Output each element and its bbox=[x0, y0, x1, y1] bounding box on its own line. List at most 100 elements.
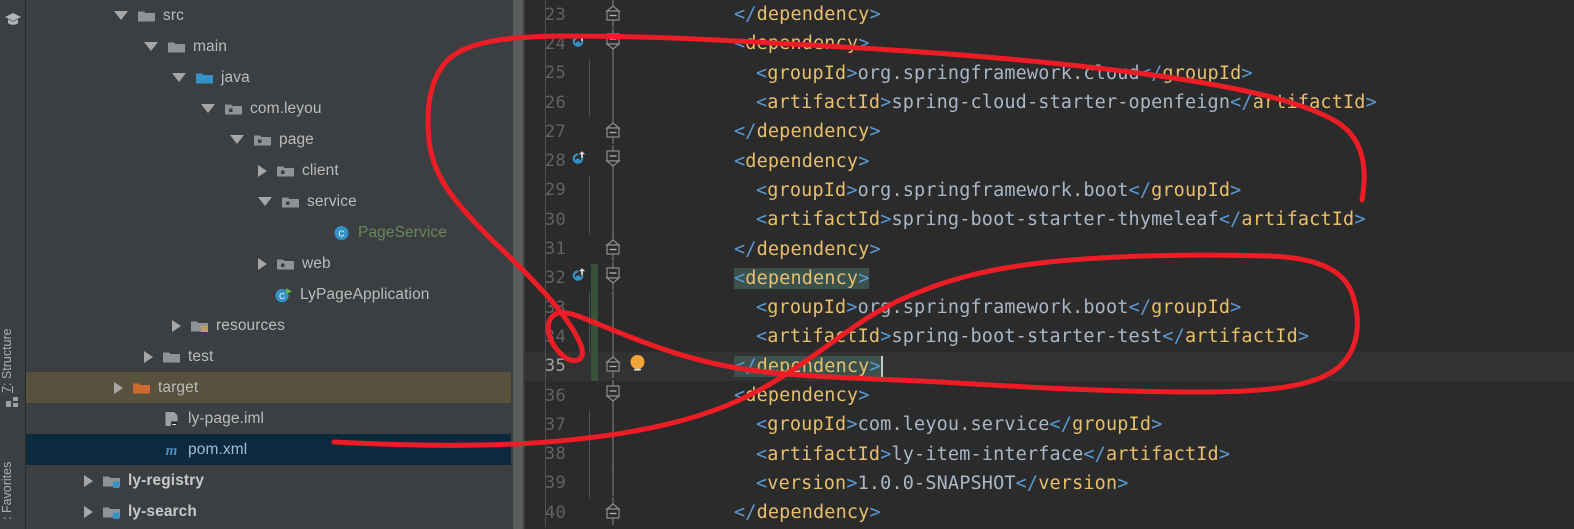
editor-line-39[interactable]: 39 <version>1.0.0-SNAPSHOT</version> bbox=[525, 466, 1574, 500]
tree-item-client[interactable]: client bbox=[26, 155, 511, 186]
code-text[interactable]: <dependency> bbox=[670, 264, 870, 293]
code-text[interactable]: <artifactId>spring-cloud-starter-openfei… bbox=[670, 88, 1377, 117]
tree-item-service[interactable]: service bbox=[26, 186, 511, 217]
chevron-down-icon[interactable] bbox=[144, 42, 158, 51]
editor-line-23[interactable]: 23 </dependency> bbox=[525, 0, 1574, 30]
fold-line[interactable] bbox=[605, 202, 621, 237]
fold-line[interactable] bbox=[605, 85, 621, 120]
project-tree-panel[interactable]: src main java com.leyou page client service C Pa… bbox=[26, 0, 511, 529]
editor-line-34[interactable]: 34 <artifactId>spring-boot-starter-test</… bbox=[525, 319, 1574, 354]
fold-start-icon[interactable] bbox=[605, 379, 621, 412]
chevron-right-icon[interactable] bbox=[258, 257, 267, 270]
chevron-down-icon[interactable] bbox=[201, 104, 215, 113]
chevron-right-icon[interactable] bbox=[114, 381, 123, 394]
tree-item-com-leyou[interactable]: com.leyou bbox=[26, 93, 511, 124]
editor-line-27[interactable]: 27 </dependency> bbox=[525, 115, 1574, 148]
chevron-down-icon[interactable] bbox=[172, 73, 186, 82]
fold-end-icon[interactable] bbox=[605, 115, 621, 148]
code-text[interactable]: <artifactId>spring-boot-starter-thymelea… bbox=[670, 205, 1366, 234]
editor-line-25[interactable]: 25 <groupId>org.springframework.cloud</gr… bbox=[525, 56, 1574, 88]
editor-gutter[interactable]: 39 bbox=[525, 466, 670, 500]
fold-end-icon[interactable] bbox=[605, 350, 621, 382]
structure-tool-label[interactable]: 7: Structure bbox=[0, 328, 14, 393]
editor-line-29[interactable]: 29 <groupId>org.springframework.boot</gro… bbox=[525, 173, 1574, 206]
fold-line[interactable] bbox=[605, 466, 621, 500]
editor-gutter[interactable]: 29 bbox=[525, 173, 670, 205]
editor-line-32[interactable]: 32 <dependency> bbox=[525, 262, 1574, 293]
editor-line-36[interactable]: 36 <dependency> bbox=[525, 379, 1574, 412]
favorites-tool-label[interactable]: : Favorites bbox=[0, 462, 14, 520]
maven-dependency-gutter-icon[interactable] bbox=[569, 150, 587, 172]
editor-line-30[interactable]: 30 <artifactId>spring-boot-starter-thymel… bbox=[525, 202, 1574, 237]
code-editor[interactable]: 23 </dependency> 24 <dependency> 25 <groupId>… bbox=[525, 0, 1574, 529]
code-text[interactable]: <dependency> bbox=[670, 146, 869, 175]
tree-item-pom-xml[interactable]: m pom.xml bbox=[26, 434, 511, 465]
tree-item-lypageapplication[interactable]: C LyPageApplication bbox=[26, 279, 511, 310]
fold-line[interactable] bbox=[605, 319, 621, 354]
editor-gutter[interactable]: 30 bbox=[525, 202, 670, 237]
editor-line-37[interactable]: 37 <groupId>com.leyou.service</groupId> bbox=[525, 407, 1574, 440]
maven-dependency-gutter-icon[interactable] bbox=[569, 267, 587, 289]
tree-item-page[interactable]: page bbox=[26, 124, 511, 155]
intention-lightbulb-icon[interactable] bbox=[629, 353, 646, 379]
editor-gutter[interactable]: 28 bbox=[525, 145, 670, 177]
tree-item-ly-registry[interactable]: ly-registry bbox=[26, 465, 511, 496]
fold-end-icon[interactable] bbox=[605, 496, 621, 529]
code-text[interactable]: <version>1.0.0-SNAPSHOT</version> bbox=[670, 469, 1129, 498]
editor-line-24[interactable]: 24 <dependency> bbox=[525, 27, 1574, 60]
tree-item-main[interactable]: main bbox=[26, 31, 511, 62]
tree-item-pageservice[interactable]: C PageService bbox=[26, 217, 511, 248]
code-text[interactable]: <artifactId>ly-item-interface</artifactI… bbox=[670, 439, 1230, 468]
code-text[interactable]: <groupId>org.springframework.boot</group… bbox=[670, 176, 1241, 205]
editor-gutter[interactable]: 40 bbox=[525, 496, 670, 529]
structure-tool-icon[interactable] bbox=[5, 393, 23, 411]
editor-line-40[interactable]: 40 </dependency> bbox=[525, 496, 1574, 529]
tree-item-resources[interactable]: resources bbox=[26, 310, 511, 341]
code-text[interactable]: <groupId>org.springframework.cloud</grou… bbox=[670, 59, 1253, 88]
editor-line-38[interactable]: 38 <artifactId>ly-item-interface</artifac… bbox=[525, 437, 1574, 469]
tree-item-java[interactable]: java bbox=[26, 62, 511, 93]
editor-gutter[interactable]: 38 bbox=[525, 437, 670, 468]
code-text[interactable]: </dependency> bbox=[670, 0, 881, 29]
editor-gutter[interactable]: 26 bbox=[525, 85, 670, 120]
scrollbar-thumb[interactable] bbox=[513, 0, 523, 529]
fold-start-icon[interactable] bbox=[605, 145, 621, 177]
learn-graduation-cap-icon[interactable] bbox=[4, 10, 22, 28]
editor-gutter[interactable]: 27 bbox=[525, 115, 670, 148]
code-text[interactable]: <dependency> bbox=[670, 381, 869, 410]
tree-item-ly-page-iml[interactable]: ly-page.iml bbox=[26, 403, 511, 434]
editor-line-33[interactable]: 33 <groupId>org.springframework.boot</gro… bbox=[525, 290, 1574, 323]
editor-gutter[interactable]: 31 bbox=[525, 233, 670, 265]
chevron-right-icon[interactable] bbox=[258, 164, 267, 177]
chevron-down-icon[interactable] bbox=[230, 135, 244, 144]
tree-item-web[interactable]: web bbox=[26, 248, 511, 279]
tree-item-ly-search[interactable]: ly-search bbox=[26, 496, 511, 527]
code-text[interactable]: <groupId>com.leyou.service</groupId> bbox=[670, 410, 1162, 439]
code-text[interactable]: </dependency> bbox=[670, 234, 881, 263]
chevron-right-icon[interactable] bbox=[84, 505, 93, 518]
editor-gutter[interactable]: 23 bbox=[525, 0, 670, 29]
chevron-down-icon[interactable] bbox=[258, 197, 272, 206]
editor-line-28[interactable]: 28 <dependency> bbox=[525, 145, 1574, 177]
editor-line-26[interactable]: 26 <artifactId>spring-cloud-starter-openf… bbox=[525, 85, 1574, 120]
editor-gutter[interactable]: 37 bbox=[525, 407, 670, 439]
maven-dependency-gutter-icon[interactable] bbox=[569, 33, 587, 55]
editor-gutter[interactable]: 24 bbox=[525, 27, 670, 60]
code-text[interactable]: </dependency> bbox=[670, 352, 883, 381]
tree-item-src[interactable]: src bbox=[26, 0, 511, 31]
code-text[interactable]: <artifactId>spring-boot-starter-test</ar… bbox=[670, 322, 1309, 351]
fold-end-icon[interactable] bbox=[605, 0, 621, 31]
tree-item-target[interactable]: target bbox=[26, 372, 511, 403]
project-tree-scrollbar[interactable] bbox=[511, 0, 525, 529]
fold-start-icon[interactable] bbox=[605, 27, 621, 60]
code-text[interactable]: </dependency> bbox=[670, 117, 881, 146]
vcs-modified-marker[interactable] bbox=[591, 263, 598, 381]
editor-line-31[interactable]: 31 </dependency> bbox=[525, 233, 1574, 265]
code-text[interactable]: <groupId>org.springframework.boot</group… bbox=[670, 293, 1241, 322]
fold-end-icon[interactable] bbox=[605, 233, 621, 265]
editor-gutter[interactable]: 36 bbox=[525, 379, 670, 412]
chevron-right-icon[interactable] bbox=[144, 350, 153, 363]
tree-item-test[interactable]: test bbox=[26, 341, 511, 372]
editor-gutter[interactable]: 25 bbox=[525, 56, 670, 88]
chevron-right-icon[interactable] bbox=[84, 474, 93, 487]
